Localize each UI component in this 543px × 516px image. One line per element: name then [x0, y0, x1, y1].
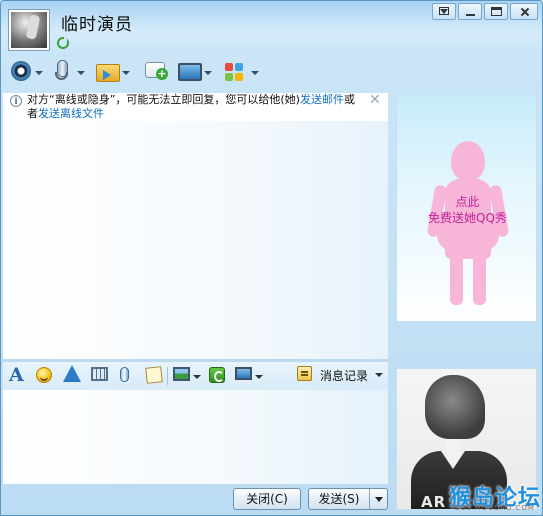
image-dropdown-icon[interactable]	[193, 375, 201, 383]
send-mail-link[interactable]: 发送邮件	[300, 93, 344, 106]
qq-show-panel[interactable]: 点此 免费送她QQ秀	[396, 94, 537, 322]
message-history-icon[interactable]	[297, 366, 312, 381]
offline-notice-text: 对方“离线或隐身”，可能无法立即回复，您可以给他(她)发送邮件或者发送离线文件	[27, 93, 355, 120]
remote-dropdown-icon[interactable]	[204, 71, 212, 79]
divider	[167, 367, 168, 385]
screenshot-dropdown-icon[interactable]	[255, 375, 263, 383]
shake-window-icon[interactable]	[63, 365, 81, 382]
remote-assist-icon[interactable]	[178, 63, 202, 81]
window-controls	[432, 3, 538, 20]
close-icon[interactable]	[510, 3, 538, 20]
message-input[interactable]	[3, 390, 388, 484]
contact-name[interactable]: 临时演员	[61, 10, 133, 35]
message-history-button[interactable]: 消息记录	[320, 367, 368, 384]
emoticon-icon[interactable]	[36, 367, 52, 383]
avatar-shirt-text: AR	[421, 493, 447, 510]
info-icon: i	[10, 95, 22, 107]
apps-dropdown-icon[interactable]	[251, 71, 259, 79]
message-history-area[interactable]	[3, 121, 388, 359]
status-icon	[57, 37, 69, 49]
qq-show-click-label[interactable]: 点此	[397, 193, 536, 210]
close-button[interactable]: 关闭(C)	[233, 488, 301, 510]
create-group-chat-icon[interactable]	[145, 62, 168, 80]
apps-icon[interactable]	[225, 63, 243, 81]
voice-message-icon[interactable]	[120, 367, 129, 382]
video-call-icon[interactable]	[11, 61, 31, 81]
send-file-icon[interactable]	[96, 64, 120, 82]
offline-notice: i 对方“离线或隐身”，可能无法立即回复，您可以给他(她)发送邮件或者发送离线文…	[3, 93, 388, 121]
send-options-dropdown-icon[interactable]	[369, 489, 383, 509]
history-dropdown-icon[interactable]	[375, 373, 383, 381]
send-image-icon[interactable]	[173, 367, 190, 381]
maximize-icon[interactable]	[484, 3, 508, 20]
qq-show-gift-label[interactable]: 免费送她QQ秀	[397, 209, 536, 226]
video-dropdown-icon[interactable]	[35, 71, 43, 79]
note-icon[interactable]	[145, 366, 163, 384]
voice-dropdown-icon[interactable]	[77, 71, 85, 79]
file-dropdown-icon[interactable]	[122, 71, 130, 79]
skin-menu-icon[interactable]	[432, 3, 456, 20]
title-bar: 临时演员	[1, 1, 542, 57]
send-offline-file-link[interactable]: 发送离线文件	[38, 107, 104, 120]
screenshot-icon[interactable]	[235, 367, 252, 380]
music-icon[interactable]	[209, 367, 225, 383]
notice-close-icon[interactable]: ✕	[369, 93, 381, 107]
watermark-url: BBS.HOUDAO.COM	[455, 504, 535, 512]
contact-avatar[interactable]	[8, 9, 50, 51]
minimize-icon[interactable]	[458, 3, 482, 20]
magic-expression-icon[interactable]	[91, 367, 108, 381]
font-icon[interactable]: A	[9, 364, 24, 386]
